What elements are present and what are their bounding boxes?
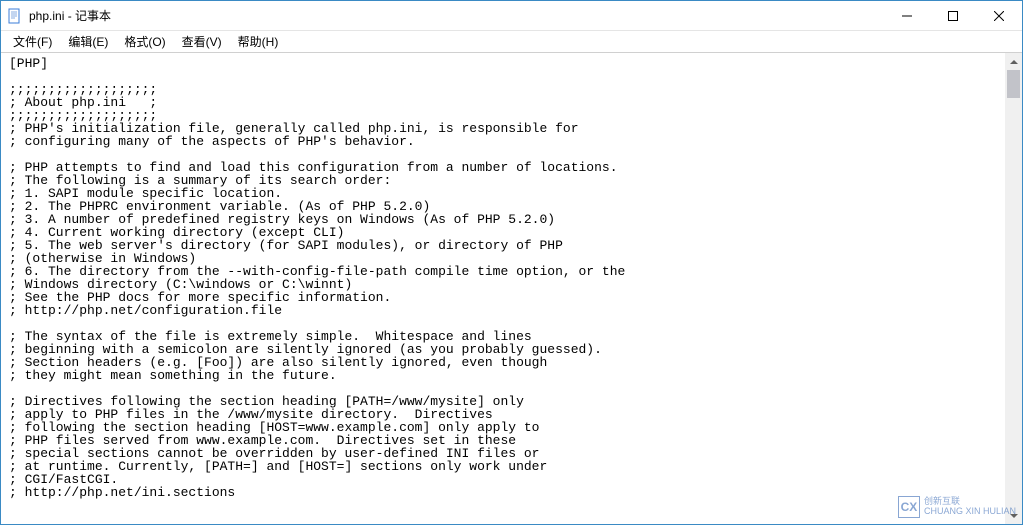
window-title: php.ini - 记事本 [29,7,884,24]
text-line: ; http://php.net/ini.sections [9,486,1014,499]
vertical-scrollbar[interactable] [1005,53,1022,524]
menubar: 文件(F) 编辑(E) 格式(O) 查看(V) 帮助(H) [1,31,1022,53]
scroll-thumb[interactable] [1007,70,1020,98]
window-buttons [884,1,1022,30]
text-content[interactable]: [PHP] ;;;;;;;;;;;;;;;;;;;; About php.ini… [1,53,1022,524]
maximize-button[interactable] [930,1,976,30]
app-icon [7,8,23,24]
editor-area: [PHP] ;;;;;;;;;;;;;;;;;;;; About php.ini… [1,53,1022,524]
text-line: ; About php.ini ; [9,96,1014,109]
text-line: ; they might mean something in the futur… [9,369,1014,382]
text-line: ; http://php.net/configuration.file [9,304,1014,317]
text-line: [PHP] [9,57,1014,70]
menu-view[interactable]: 查看(V) [174,31,230,52]
chevron-down-icon [1010,514,1018,518]
titlebar[interactable]: php.ini - 记事本 [1,1,1022,31]
menu-file[interactable]: 文件(F) [5,31,60,52]
text-line: ; configuring many of the aspects of PHP… [9,135,1014,148]
scroll-up-button[interactable] [1005,53,1022,70]
menu-edit[interactable]: 编辑(E) [60,31,116,52]
text-line: ; at runtime. Currently, [PATH=] and [HO… [9,460,1014,473]
text-line [9,70,1014,83]
menu-help[interactable]: 帮助(H) [230,31,287,52]
chevron-up-icon [1010,60,1018,64]
notepad-window: php.ini - 记事本 文件(F) 编辑(E) 格式(O) 查看(V) 帮助… [0,0,1023,525]
scroll-track[interactable] [1005,70,1022,507]
close-button[interactable] [976,1,1022,30]
minimize-button[interactable] [884,1,930,30]
scroll-down-button[interactable] [1005,507,1022,524]
text-line: ;;;;;;;;;;;;;;;;;;; [9,83,1014,96]
menu-format[interactable]: 格式(O) [116,31,173,52]
